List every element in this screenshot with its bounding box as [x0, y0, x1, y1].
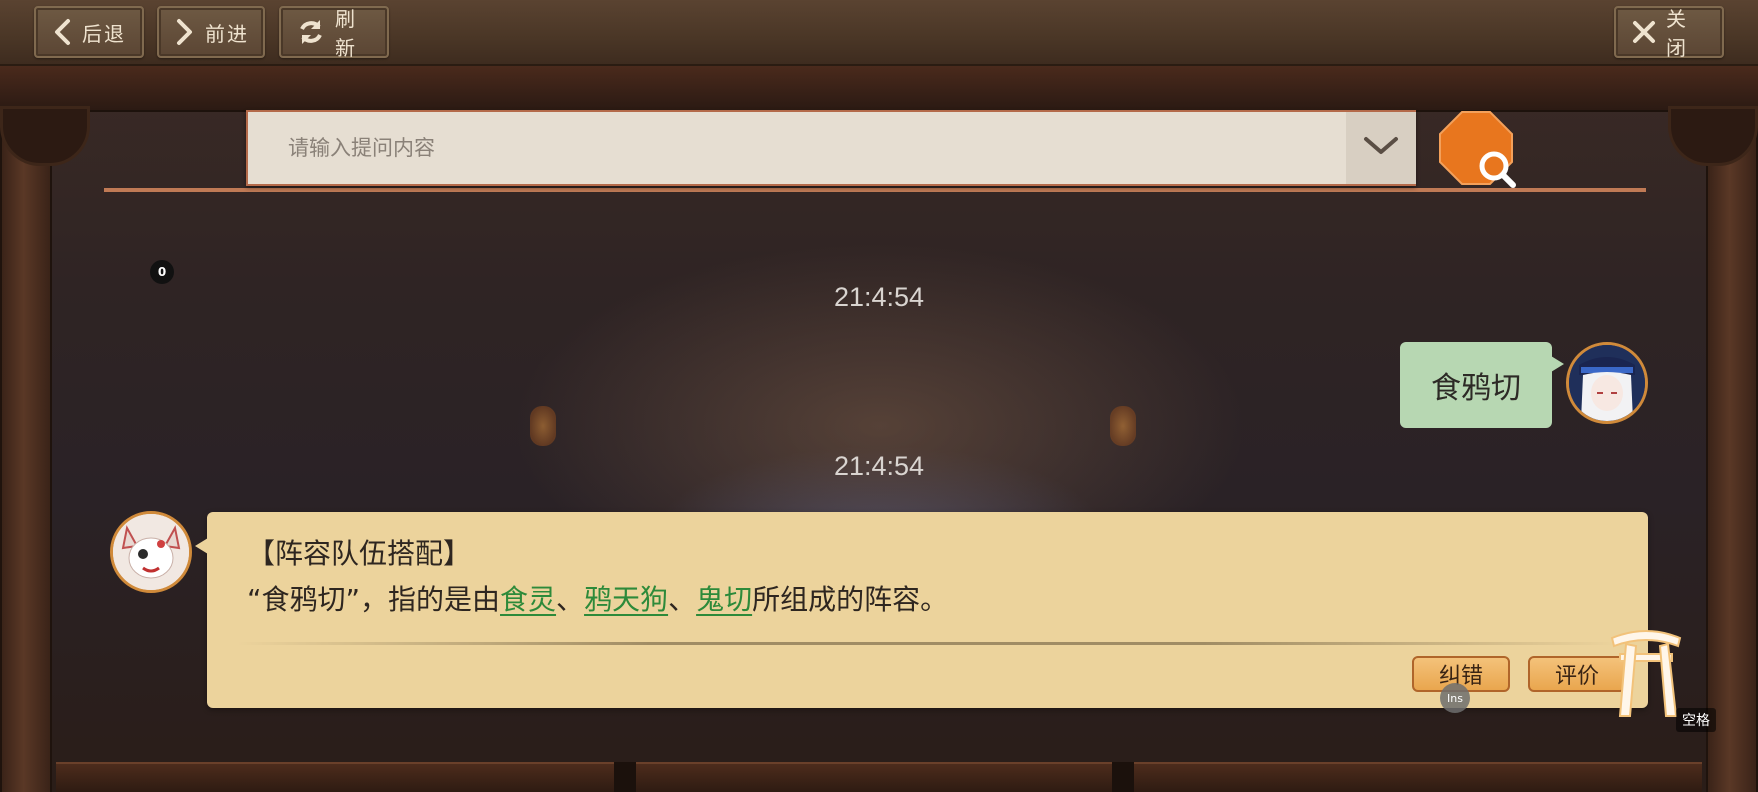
separator: 、 [556, 583, 585, 616]
lantern-decoration [1110, 406, 1136, 446]
top-toolbar: 后退 前进 刷新 关闭 [0, 0, 1758, 66]
search-box [246, 110, 1416, 186]
left-pillar [0, 106, 52, 792]
divider [237, 642, 1617, 645]
link-shiling[interactable]: 食灵 [500, 583, 556, 616]
back-button[interactable]: 后退 [34, 6, 144, 58]
chevron-left-icon [52, 18, 72, 46]
link-yatengu[interactable]: 鸦天狗 [584, 583, 668, 616]
back-label: 后退 [82, 21, 126, 46]
right-pillar [1706, 106, 1758, 792]
refresh-icon [297, 18, 325, 46]
roof-beam [0, 66, 1758, 112]
rail-gap [614, 762, 636, 792]
separator: 、 [668, 583, 697, 616]
close-button[interactable]: 关闭 [1614, 6, 1724, 60]
dropdown-button[interactable] [1346, 112, 1416, 184]
bot-text-prefix: “食鸦切”，指的是由 [247, 583, 501, 616]
bot-avatar [110, 511, 192, 593]
refresh-button[interactable]: 刷新 [279, 6, 389, 60]
rail-gap [1112, 762, 1134, 792]
search-input[interactable] [248, 112, 1346, 184]
bot-text-suffix: 所组成的阵容。 [752, 583, 949, 616]
close-icon [1632, 20, 1656, 44]
timestamp: 21:4:54 [833, 451, 925, 481]
close-label: 关闭 [1666, 7, 1688, 60]
floor-rail [56, 762, 1702, 792]
link-onikiri[interactable]: 鬼切 [696, 583, 752, 616]
chevron-down-icon [1363, 135, 1399, 161]
timestamp: 21:4:54 [833, 282, 925, 312]
space-hotkey-label: 空格 [1676, 708, 1716, 732]
forward-label: 前进 [205, 21, 249, 46]
chevron-right-icon [175, 18, 195, 46]
user-message-bubble: 食鸦切 [1400, 342, 1564, 428]
refresh-label: 刷新 [335, 7, 357, 60]
bot-message-text: “食鸦切”，指的是由食灵、鸦天狗、鬼切所组成的阵容。 [247, 578, 948, 618]
torii-gate-icon[interactable] [1606, 620, 1686, 720]
forward-button[interactable]: 前进 [157, 6, 265, 58]
user-avatar [1566, 342, 1648, 424]
count-badge: 0 [150, 260, 174, 284]
bot-message-title: 【阵容队伍搭配】 [247, 537, 472, 570]
lantern-decoration [530, 406, 556, 446]
search-button[interactable] [1438, 110, 1516, 188]
user-message-text: 食鸦切 [1431, 371, 1521, 406]
bot-message-bubble: 【阵容队伍搭配】 “食鸦切”，指的是由食灵、鸦天狗、鬼切所组成的阵容。 纠错 评… [195, 512, 1648, 708]
ins-hotkey-badge: Ins [1440, 683, 1470, 713]
